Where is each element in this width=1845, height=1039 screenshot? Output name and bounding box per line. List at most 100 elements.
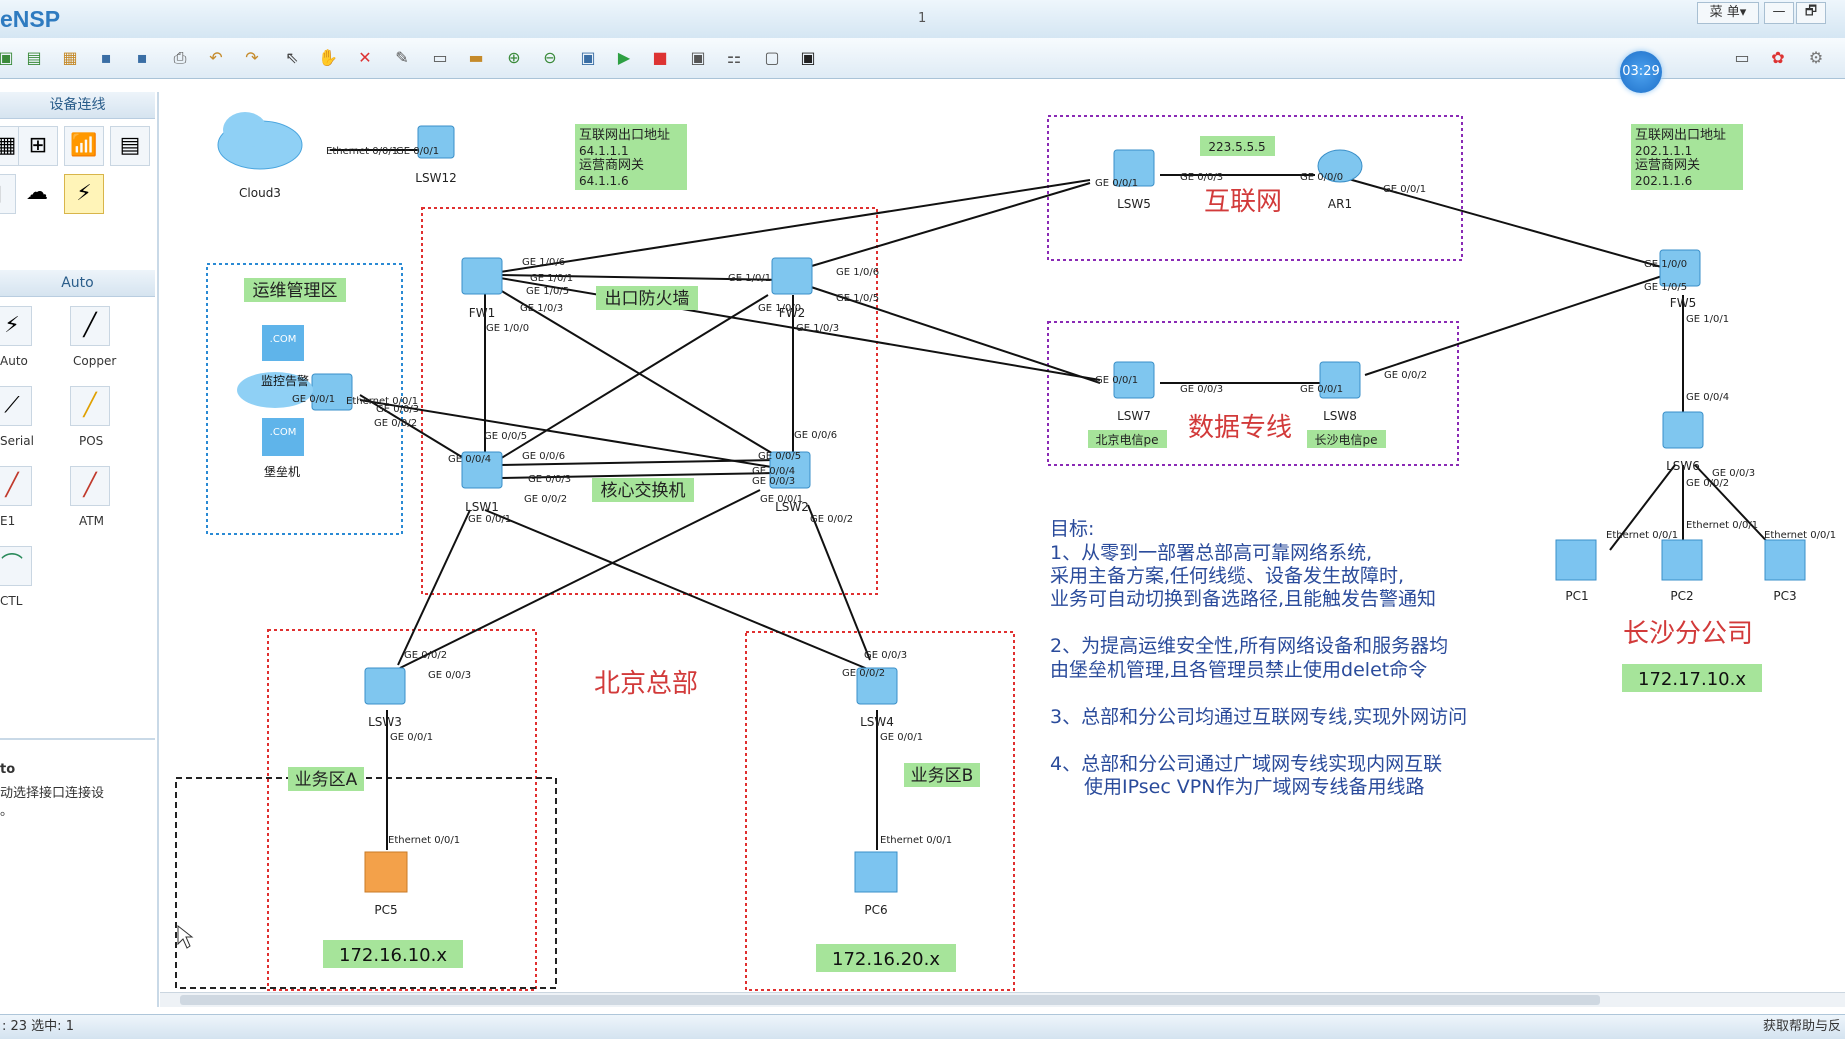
fit-icon[interactable]: ▣ [578, 48, 598, 68]
zoom-in-icon[interactable]: ⊕ [504, 48, 524, 68]
copper-link-label: Copper [73, 354, 117, 368]
port-fw1-ge101: GE 1/0/1 [530, 273, 573, 284]
bizB-label: 业务区B [911, 766, 974, 786]
new-topology-icon[interactable]: ▣ [0, 48, 16, 68]
pc2-icon[interactable] [1661, 539, 1703, 581]
port-lsw2-ge002: GE 0/0/2 [810, 514, 853, 525]
topology-diagram: 运维管理区 出口防火墙 核心交换机 互联网 数据专线 北京总部 长沙分公司 业务… [175, 112, 1836, 991]
help-link[interactable]: 获取帮助与反 [1763, 1015, 1841, 1039]
pc6-icon[interactable] [854, 851, 898, 893]
e1-link-icon[interactable]: ╱ [0, 466, 32, 506]
branch-address-ip: 202.1.1.1 [1635, 144, 1692, 158]
fw1-firewall-icon[interactable] [461, 257, 503, 295]
port-lsw12-ge: GE 0/0/1 [396, 146, 439, 157]
sidebar-header-devices: 设备连线 [0, 92, 155, 119]
lsw8-label: LSW8 [1323, 409, 1357, 423]
text-icon[interactable]: ▭ [430, 48, 450, 68]
link-lsw2-lsw3 [399, 489, 761, 669]
fw1-label: FW1 [469, 306, 495, 320]
port-ops-ge001: GE 0/0/1 [292, 394, 335, 405]
zoom-out-icon[interactable]: ⊖ [540, 48, 560, 68]
fw2-firewall-icon[interactable] [771, 257, 813, 295]
screenshot-icon[interactable]: ▣ [798, 48, 818, 68]
lsw5-label: LSW5 [1117, 197, 1151, 211]
minimize-button[interactable]: — [1764, 2, 1794, 24]
connection-icon[interactable]: ⚡ [64, 174, 104, 214]
port-lsw3-ge001: GE 0/0/1 [390, 732, 433, 743]
window-title: 1 [918, 11, 927, 26]
ctl-link-icon[interactable]: ⌒ [0, 546, 32, 586]
port-pc3-eth: Ethernet 0/0/1 [1764, 530, 1836, 541]
branch-gateway-ip: 202.1.1.6 [1635, 174, 1692, 188]
port-pc2-eth: Ethernet 0/0/1 [1686, 520, 1758, 531]
wlan-icon[interactable]: 📶 [64, 126, 104, 166]
start-icon[interactable]: ▶ [614, 48, 634, 68]
pc2-label: PC2 [1670, 589, 1693, 603]
hq-address-title: 互联网出口地址 [579, 128, 670, 143]
cloud3-device[interactable]: Cloud3 [217, 112, 303, 200]
pc1-icon[interactable] [1555, 539, 1597, 581]
port-ar1-ge001: GE 0/0/1 [1383, 184, 1426, 195]
link-lsw8-fw5 [1364, 274, 1666, 376]
delete-icon[interactable]: ✕ [355, 48, 375, 68]
terminal-icon[interactable]: ▯ [0, 174, 16, 214]
hand-icon[interactable]: ✋ [318, 48, 338, 68]
link-lsw1-lsw3 [397, 509, 471, 666]
open-icon[interactable]: ▦ [60, 48, 80, 68]
copper-link-icon[interactable]: ╱ [70, 306, 110, 346]
palette-icon[interactable]: ▬ [466, 48, 486, 68]
lsw6-switch-icon[interactable] [1662, 411, 1704, 449]
new-example-icon[interactable]: ▤ [24, 48, 44, 68]
save-icon[interactable]: ▪ [96, 48, 116, 68]
horizontal-scrollbar[interactable] [160, 992, 1845, 1007]
goal-line-2: 采用主备方案,任何线缆、设备发生故障时, [1050, 565, 1404, 587]
port-lsw3-ge003: GE 0/0/3 [428, 670, 471, 681]
ctl-link-label: CTL [0, 594, 23, 608]
pc3-icon[interactable] [1764, 539, 1806, 581]
switch-icon[interactable]: ⊞ [18, 126, 58, 166]
scrollbar-thumb[interactable] [180, 995, 1600, 1005]
pos-link-label: POS [79, 434, 104, 448]
delete-link-icon[interactable]: ✎ [392, 48, 412, 68]
timer-badge: 03:29 [1620, 51, 1662, 93]
menu-button[interactable]: 菜 单▾ [1697, 2, 1759, 24]
port-fw2-ge103: GE 1/0/3 [796, 323, 839, 334]
port-lsw4-ge001: GE 0/0/1 [880, 732, 923, 743]
capture-icon[interactable]: ▣ [688, 48, 708, 68]
app-title: eNSP [0, 6, 61, 32]
serial-link-icon[interactable]: ⟋ [0, 386, 32, 426]
cloud-device-icon[interactable]: ☁ [18, 174, 56, 212]
restore-button[interactable]: 🗗 [1796, 2, 1826, 24]
link-lsw2-lsw4 [807, 504, 871, 661]
port-lsw1-ge004: GE 0/0/4 [448, 454, 491, 465]
firewall-icon[interactable]: ▤ [110, 126, 150, 166]
chat-icon[interactable]: ▭ [1732, 48, 1752, 68]
pos-link-icon[interactable]: ╱ [70, 386, 110, 426]
com-label-1: .COM [270, 334, 297, 345]
info-text-2: 。 [0, 804, 14, 819]
com-label-2: .COM [270, 427, 297, 438]
bizA-label: 业务区A [295, 770, 358, 790]
redo-icon[interactable]: ↷ [242, 48, 262, 68]
stop-icon[interactable]: ■ [650, 48, 670, 68]
settings-icon[interactable]: ⚙ [1806, 48, 1826, 68]
pc5-icon[interactable] [364, 851, 408, 893]
auto-link-icon[interactable]: ⚡ [0, 306, 32, 346]
ops-zone-label: 运维管理区 [253, 281, 338, 301]
lsw3-label: LSW3 [368, 715, 402, 729]
save-as-icon[interactable]: ▪ [132, 48, 152, 68]
undo-icon[interactable]: ↶ [206, 48, 226, 68]
topology-canvas[interactable]: 运维管理区 出口防火墙 核心交换机 互联网 数据专线 北京总部 长沙分公司 业务… [160, 92, 1845, 992]
lsw3-switch-icon[interactable] [364, 667, 406, 705]
port-lsw1-ge002: GE 0/0/2 [524, 494, 567, 505]
internet-zone-label: 互联网 [1204, 187, 1282, 217]
port-fw2-ge105: GE 1/0/5 [836, 293, 879, 304]
print-icon[interactable]: ⎙ [170, 48, 190, 68]
select-icon[interactable]: ⇖ [282, 48, 302, 68]
atm-link-icon[interactable]: ╱ [70, 466, 110, 506]
huawei-icon[interactable]: ✿ [1768, 48, 1788, 68]
topology-icon[interactable]: ⚏ [724, 48, 744, 68]
port-fw1-ge103: GE 1/0/3 [520, 303, 563, 314]
window-icon[interactable]: ▢ [762, 48, 782, 68]
port-ar1-ge000: GE 0/0/0 [1300, 172, 1343, 183]
